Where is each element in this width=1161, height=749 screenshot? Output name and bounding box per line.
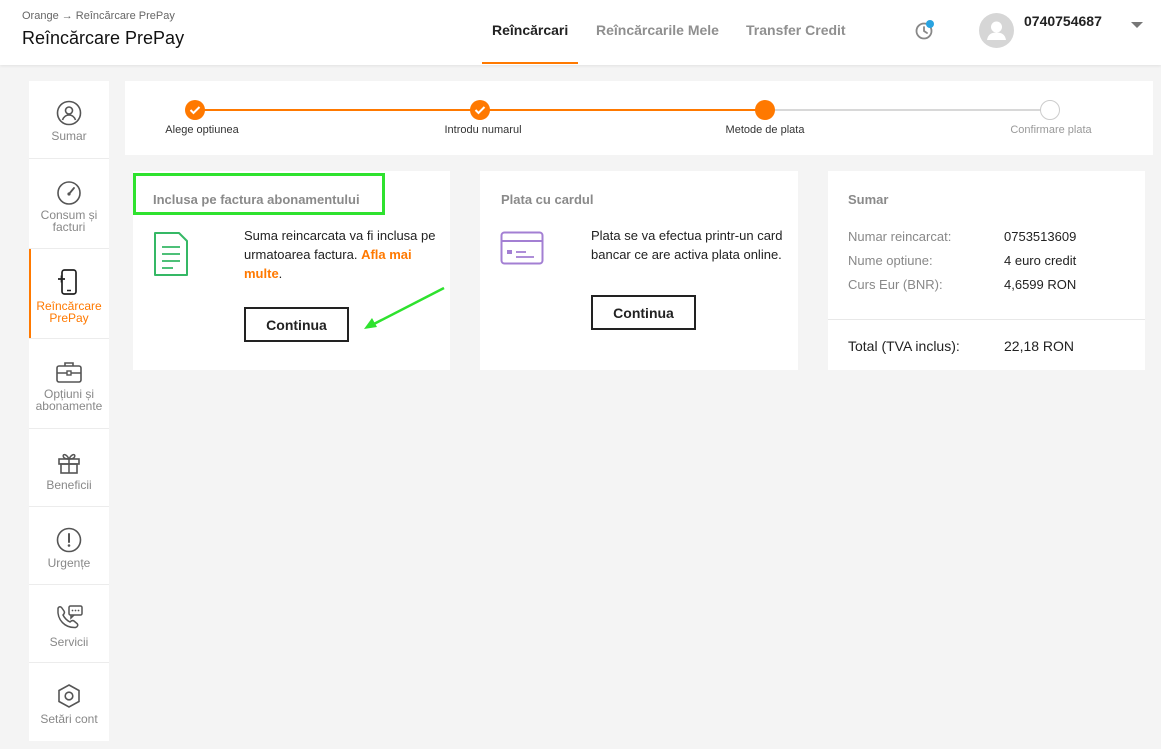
invoice-payment-card: Inclusa pe factura abonamentului Suma re…	[133, 171, 450, 370]
card-title: Inclusa pe factura abonamentului	[153, 192, 360, 207]
summary-value: 4 euro credit	[1004, 253, 1077, 268]
sidebar-item-label: Consum și facturi	[40, 208, 98, 234]
page-title: Reîncărcare PrePay	[22, 28, 185, 48]
tab-reincarcarile-mele[interactable]: Reîncărcarile Mele	[596, 22, 719, 38]
sidebar-item-label: Opțiuni și abonamente	[35, 387, 103, 413]
card-continue-button[interactable]: Continua	[591, 295, 696, 330]
user-circle-icon	[56, 100, 82, 126]
top-header: Orange → Reîncărcare PrePay Reîncărcare …	[0, 0, 1161, 65]
sidebar-item-label: Sumar	[51, 129, 87, 143]
alert-icon	[56, 527, 82, 553]
card-description: Suma reincarcata va fi inclusa pe urmato…	[244, 226, 444, 283]
credit-card-icon	[500, 231, 544, 265]
step-label: Introdu numarul	[444, 124, 522, 136]
sidebar-item-consum[interactable]: Consum și facturi	[29, 159, 109, 249]
invoice-document-icon	[154, 232, 188, 276]
card-description: Plata se va efectua printr-un card banca…	[591, 228, 783, 262]
phone-chat-icon	[57, 605, 83, 629]
card-title: Sumar	[848, 192, 889, 207]
user-avatar-icon[interactable]	[979, 13, 1014, 48]
summary-label: Nume optiune:	[848, 253, 933, 268]
sidebar-item-sumar[interactable]: Sumar	[29, 81, 109, 159]
summary-value: 4,6599 RON	[1004, 277, 1077, 292]
step-4-empty-dot	[1040, 100, 1060, 120]
step-label: Metode de plata	[725, 124, 805, 136]
step-label: Confirmare plata	[1010, 124, 1092, 136]
sidebar-item-beneficii[interactable]: Beneficii	[29, 429, 109, 507]
arrow-annotation	[364, 286, 445, 329]
account-phone-number[interactable]: 0740754687	[1024, 13, 1102, 29]
sidebar-item-label: Urgențe	[47, 556, 91, 570]
total-label: Total (TVA inclus):	[848, 338, 960, 354]
phone-plus-icon	[58, 269, 77, 295]
briefcase-icon	[56, 362, 82, 383]
sidebar-item-label: Setări cont	[40, 712, 98, 726]
clock-icon[interactable]	[913, 19, 935, 41]
caret-down-icon[interactable]	[1131, 22, 1143, 28]
sidebar-item-urgente[interactable]: Urgențe	[29, 507, 109, 585]
breadcrumb: Orange → Reîncărcare PrePay	[22, 10, 175, 22]
step-1-check-icon	[185, 100, 205, 120]
step-3-current-dot	[755, 100, 775, 120]
card-title: Plata cu cardul	[501, 192, 594, 207]
summary-card: Sumar Numar reincarcat: 0753513609 Nume …	[828, 171, 1145, 370]
sidebar-item-label: Beneficii	[46, 478, 92, 492]
invoice-continue-button[interactable]: Continua	[244, 307, 349, 342]
step-label: Alege optiunea	[165, 124, 239, 136]
sidebar: Sumar Consum și facturi Reîncărcare PreP…	[29, 81, 109, 741]
sidebar-item-setari[interactable]: Setări cont	[29, 663, 109, 741]
hexagon-settings-icon	[58, 684, 80, 708]
stepper-remaining-line	[765, 109, 1051, 111]
divider	[828, 319, 1145, 320]
active-indicator	[29, 249, 31, 338]
active-tab-indicator	[482, 62, 578, 64]
summary-label: Curs Eur (BNR):	[848, 277, 943, 292]
summary-label: Numar reincarcat:	[848, 229, 952, 244]
sidebar-item-label: Reîncărcare PrePay	[36, 299, 102, 325]
description-end: .	[278, 266, 283, 281]
card-payment-card: Plata cu cardul Plata se va efectua prin…	[480, 171, 798, 370]
tab-reincarcari[interactable]: Reîncărcari	[492, 22, 568, 38]
sidebar-item-label: Servicii	[49, 635, 89, 649]
summary-value: 0753513609	[1004, 229, 1077, 244]
total-value: 22,18 RON	[1004, 338, 1075, 354]
sidebar-item-servicii[interactable]: Servicii	[29, 585, 109, 663]
gauge-icon	[57, 181, 81, 205]
step-2-check-icon	[470, 100, 490, 120]
tab-transfer-credit[interactable]: Transfer Credit	[746, 22, 846, 38]
sidebar-item-reincarcare[interactable]: Reîncărcare PrePay	[29, 249, 109, 339]
gift-icon	[58, 453, 80, 474]
sidebar-item-optiuni[interactable]: Opțiuni și abonamente	[29, 339, 109, 429]
payment-stepper: Alege optiunea Introdu numarul Metode de…	[125, 81, 1153, 155]
